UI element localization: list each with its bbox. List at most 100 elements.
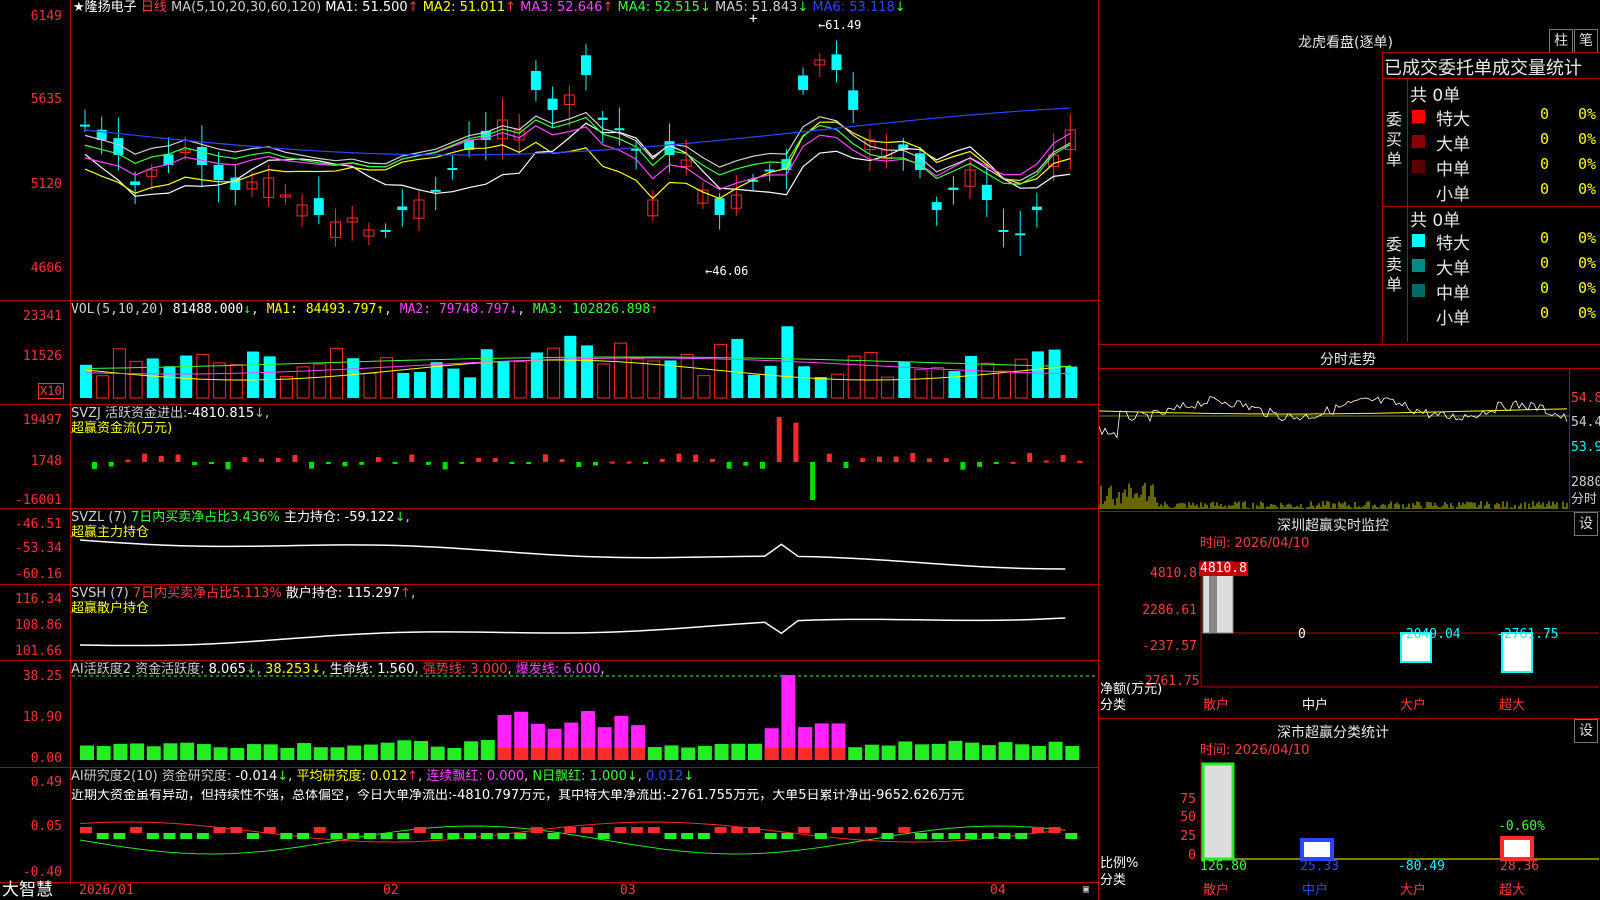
y-tick: -16001 <box>15 493 62 508</box>
chart-mark <box>497 833 510 839</box>
divider <box>1382 52 1600 53</box>
chart-mark <box>998 370 1011 399</box>
chart-mark <box>843 462 849 469</box>
bar-mode-button[interactable]: 柱 <box>1549 29 1573 53</box>
chart-mark <box>130 827 143 833</box>
chart-mark <box>1015 744 1030 760</box>
y-tick: 5120 <box>30 177 62 192</box>
order-pct: 0% <box>1578 180 1597 198</box>
chart-mark <box>597 363 611 399</box>
chart-mark <box>347 745 362 760</box>
category-label: 超大 <box>1499 698 1526 713</box>
ma-values: MA1: 51.500↑ MA2: 51.011↑ MA3: 52.646↑ M… <box>325 0 905 15</box>
favorite-star-icon[interactable]: ★ <box>73 0 85 15</box>
chart-mark <box>196 147 207 165</box>
y-tick: -60.16 <box>15 567 62 582</box>
order-pct: 0% <box>1578 155 1597 173</box>
chart-mark <box>609 461 615 464</box>
chart-mark <box>526 462 532 464</box>
chart-mark <box>597 833 610 839</box>
y-tick: -237.57 <box>1142 639 1197 654</box>
chart-mark <box>614 128 625 131</box>
chart-mark <box>1031 827 1044 833</box>
chart-mark <box>981 833 994 839</box>
chart-mark <box>581 345 593 398</box>
chart-mark <box>1031 745 1046 760</box>
monitor-unit: 净额(万元) <box>1100 682 1163 697</box>
chart-mark <box>297 743 312 760</box>
chart-mark <box>564 335 577 398</box>
y-tick: 25 <box>1180 829 1196 844</box>
price-line <box>1099 395 1568 439</box>
classify-cat-label: 分类 <box>1100 873 1127 888</box>
legend-swatch <box>1412 309 1425 322</box>
chart-mark <box>931 367 945 399</box>
chart-mark <box>781 748 796 760</box>
order-count: 0 <box>1540 130 1550 148</box>
y-tick: 101.66 <box>15 644 62 659</box>
chart-mark <box>80 745 94 760</box>
sell-total: 共 0单 <box>1410 211 1461 231</box>
chart-mark <box>113 833 126 839</box>
order-count: 0 <box>1540 304 1550 322</box>
y-tick: 38.25 <box>22 669 62 684</box>
chart-mark <box>380 357 394 399</box>
chart-mark <box>230 747 245 760</box>
svzj-header: SVZJ 活跃资金进出:-4810.815↓, <box>71 406 270 421</box>
y-tick: 0.05 <box>30 819 62 834</box>
tick-mode-button[interactable]: 笔 <box>1574 29 1598 53</box>
chart-mark <box>464 741 479 760</box>
chart-mark <box>814 833 827 839</box>
svsh-line <box>79 617 1066 647</box>
chart-mark <box>292 454 298 462</box>
y-tick: 0 <box>1188 848 1196 863</box>
intraday-chart[interactable] <box>1099 369 1569 509</box>
category-label: 散户 <box>1203 883 1230 898</box>
classify-unit: 比例% <box>1100 856 1139 871</box>
vol-unit-button[interactable]: X10 <box>38 383 64 399</box>
chart-mark <box>464 377 477 398</box>
chart-mark <box>931 833 944 839</box>
chart-mark <box>430 362 443 398</box>
y-tick: 50 <box>1180 810 1196 825</box>
order-size-label: 大单 <box>1436 259 1470 279</box>
value-label: 4810.8 <box>1199 561 1248 576</box>
category-label: 超大 <box>1499 883 1526 898</box>
fenshi-unit: 分时 <box>1571 492 1598 507</box>
chart-mark <box>196 354 210 399</box>
sell-orders-label: 委卖单 <box>1386 235 1403 294</box>
period-label[interactable]: 日线 <box>141 0 167 15</box>
chart-mark <box>931 743 946 760</box>
chart-mark <box>542 454 548 462</box>
order-size-label: 特大 <box>1436 110 1470 130</box>
chart-mark <box>247 744 261 760</box>
divider <box>1099 344 1600 345</box>
chart-mark <box>447 833 460 839</box>
ma-value: MA3: 52.646↑ <box>516 0 614 15</box>
chart-mark <box>259 458 264 462</box>
chart-mark <box>731 827 744 833</box>
chart-mark <box>831 827 844 833</box>
chart-mark <box>1027 453 1033 462</box>
chart-mark <box>397 740 412 760</box>
chart-mark <box>613 342 627 399</box>
chart-mark <box>225 462 231 470</box>
vol-tick: 2880 <box>1571 475 1600 490</box>
chart-mark <box>514 748 529 760</box>
legend-swatch <box>1412 110 1425 123</box>
chart-mark <box>363 833 376 839</box>
bar-super <box>1500 836 1534 861</box>
chart-mark <box>509 462 515 464</box>
chart-mark <box>731 338 744 398</box>
monitor-cat-label: 分类 <box>1100 698 1127 713</box>
stock-name: 隆扬电子 <box>84 0 137 15</box>
chart-mark <box>196 833 209 839</box>
chart-mark <box>213 362 227 399</box>
chart-area[interactable] <box>0 0 1098 900</box>
chart-mark <box>213 164 224 180</box>
chart-mark <box>242 457 248 462</box>
order-pct: 0% <box>1578 229 1597 247</box>
chart-mark <box>263 827 276 833</box>
y-tick: 1748 <box>30 454 62 469</box>
fenshi-title: 分时走势 <box>1320 352 1376 368</box>
